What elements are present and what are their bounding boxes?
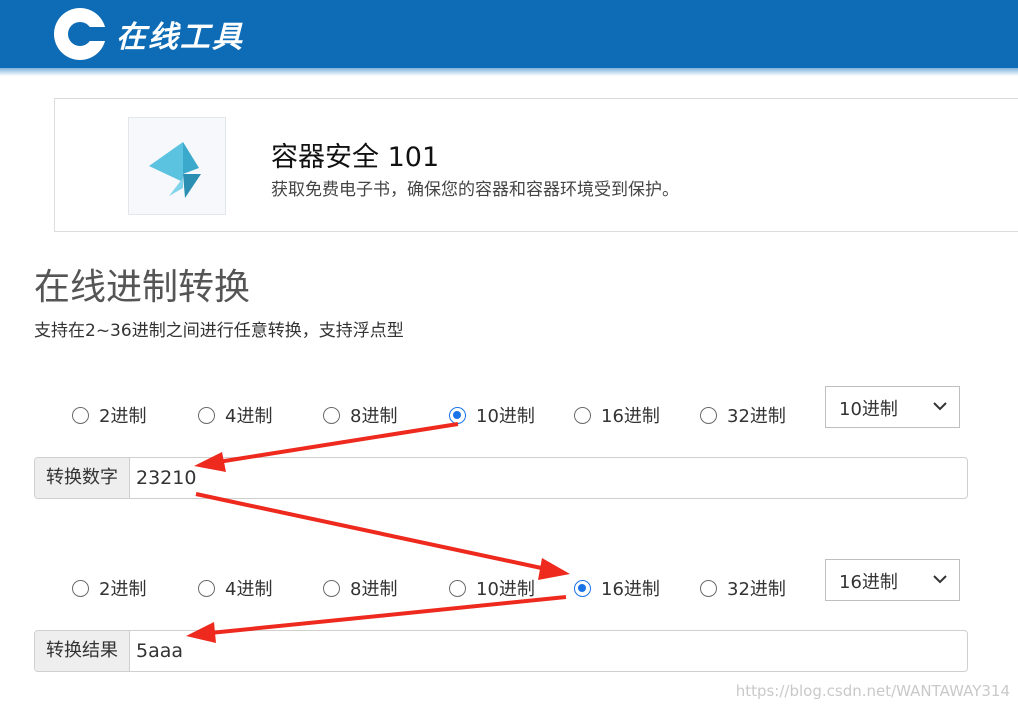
ad-title[interactable]: 容器安全 101 [271,135,439,174]
page-title: 在线进制转换 [34,267,251,308]
radio-label: 16进制 [601,579,660,600]
ad-thumbnail[interactable] [128,117,226,215]
logo-c-icon [54,8,108,60]
ad-description: 获取免费电子书，确保您的容器和容器环境受到保护。 [271,180,679,200]
top-header-bar: 在线工具 [0,0,1018,68]
radio-button-icon[interactable] [198,406,215,424]
output-radio-16[interactable]: 16进制 [574,575,660,601]
output-radio-8[interactable]: 8进制 [323,575,397,601]
radio-button-icon[interactable] [574,406,591,424]
radio-label: 16进制 [601,406,660,427]
chevron-down-icon [933,575,947,584]
input-radio-4[interactable]: 4进制 [198,402,272,428]
convert-result-label: 转换结果 [35,631,130,671]
radio-button-icon[interactable] [72,579,89,597]
select-value: 16进制 [839,572,898,593]
convert-number-input-group: 转换数字 23210 [34,457,968,499]
radio-label: 2进制 [99,579,147,600]
radio-button-icon[interactable] [700,579,717,597]
radio-button-icon[interactable] [198,579,215,597]
convert-result-input-group: 转换结果 5aaa [34,630,968,672]
output-radio-32[interactable]: 32进制 [700,575,786,601]
radio-label: 10进制 [476,406,535,427]
input-base-select[interactable]: 10进制 [825,386,960,428]
convert-number-input[interactable]: 23210 [136,458,196,498]
radio-button-icon[interactable] [323,579,340,597]
output-base-select[interactable]: 16进制 [825,559,960,601]
ad-banner[interactable]: 容器安全 101 获取免费电子书，确保您的容器和容器环境受到保护。 [54,98,1018,232]
radio-button-icon[interactable] [700,406,717,424]
radio-label: 4进制 [225,406,273,427]
chevron-down-icon [933,402,947,411]
radio-button-selected-icon[interactable] [574,579,591,597]
radio-label: 32进制 [727,406,786,427]
output-radio-10[interactable]: 10进制 [449,575,535,601]
radio-label: 32进制 [727,579,786,600]
input-radio-16[interactable]: 16进制 [574,402,660,428]
page-subtitle: 支持在2~36进制之间进行任意转换，支持浮点型 [34,321,404,341]
input-radio-10[interactable]: 10进制 [449,402,535,428]
header-shadow [0,68,1018,76]
radio-button-icon[interactable] [72,406,89,424]
output-radio-4[interactable]: 4进制 [198,575,272,601]
watermark: https://blog.csdn.net/WANTAWAY314 [735,682,1010,700]
input-radio-32[interactable]: 32进制 [700,402,786,428]
convert-result-output[interactable]: 5aaa [136,631,183,671]
radio-button-icon[interactable] [449,579,466,597]
annotation-arrow [195,492,570,580]
radio-button-selected-icon[interactable] [449,406,466,424]
logo-text: 在线工具 [116,20,244,55]
radio-button-icon[interactable] [323,406,340,424]
input-radio-2[interactable]: 2进制 [72,402,146,428]
radio-label: 4进制 [225,579,273,600]
radio-label: 2进制 [99,406,147,427]
output-radio-2[interactable]: 2进制 [72,575,146,601]
site-logo[interactable]: 在线工具 [52,6,244,62]
convert-number-label: 转换数字 [35,458,130,498]
radio-label: 8进制 [350,579,398,600]
select-value: 10进制 [839,399,898,420]
input-radio-8[interactable]: 8进制 [323,402,397,428]
radio-label: 10进制 [476,579,535,600]
shield-arrow-logo-icon [149,142,201,198]
radio-label: 8进制 [350,406,398,427]
